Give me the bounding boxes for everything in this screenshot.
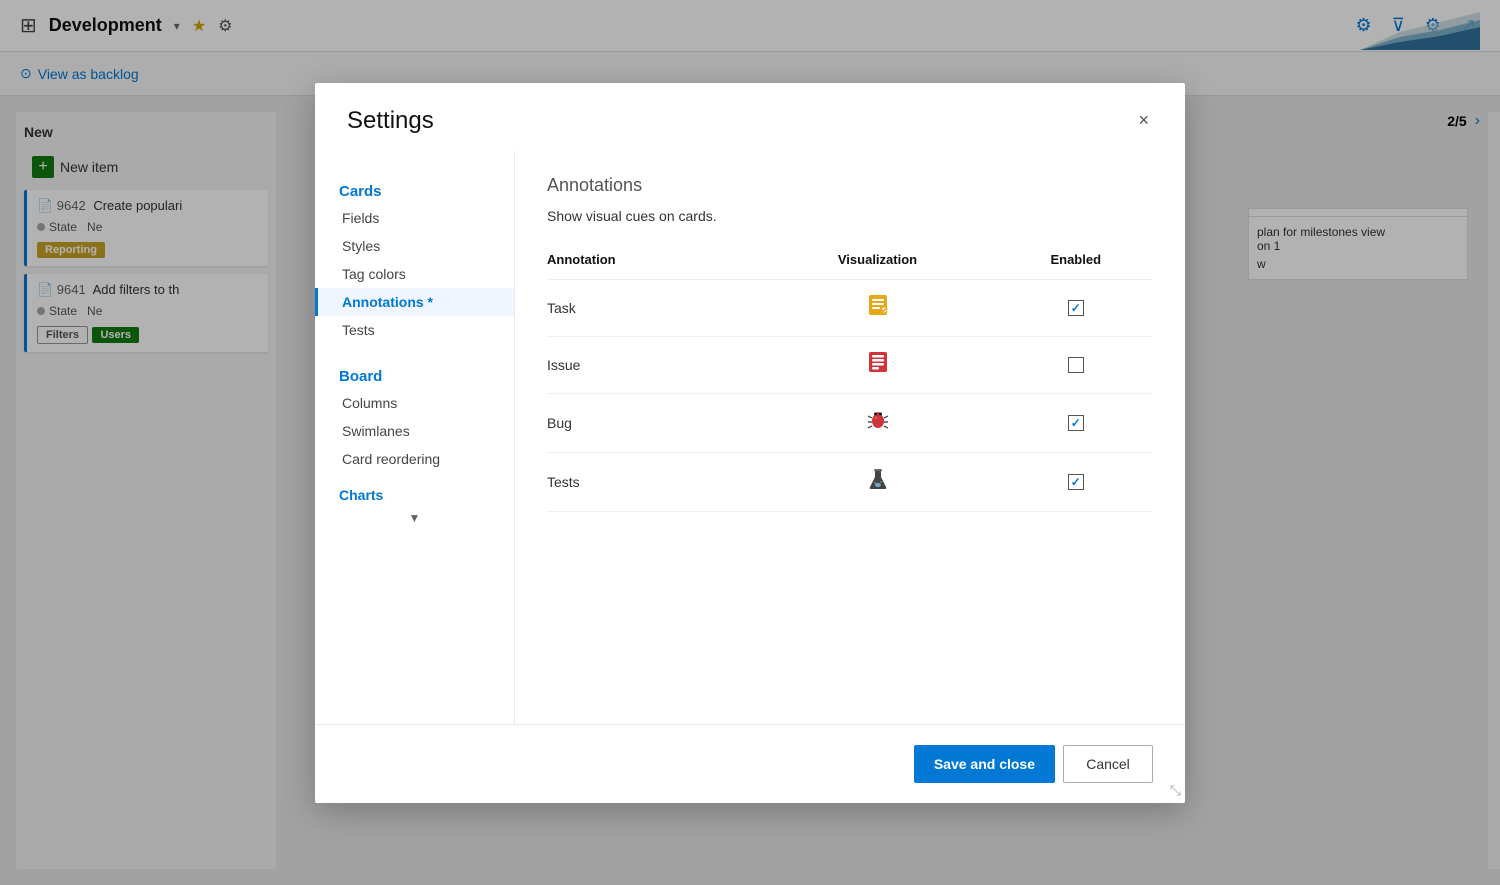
nav-item-card-reordering[interactable]: Card reordering — [315, 445, 514, 473]
col-header-annotation: Annotation — [547, 244, 757, 280]
nav-item-tag-colors[interactable]: Tag colors — [315, 260, 514, 288]
enabled-issue[interactable] — [999, 336, 1154, 393]
issue-visualization-icon — [867, 351, 889, 379]
annotation-name-tests: Tests — [547, 452, 757, 511]
nav-item-styles[interactable]: Styles — [315, 232, 514, 260]
col-header-visualization: Visualization — [757, 244, 999, 280]
resize-handle: ⤡ — [1170, 782, 1181, 799]
bug-visualization-icon — [866, 408, 890, 438]
annotation-name-task: Task — [547, 279, 757, 336]
table-row-issue: Issue — [547, 336, 1153, 393]
nav-item-swimlanes[interactable]: Swimlanes — [315, 417, 514, 445]
modal-content: Annotations Show visual cues on cards. A… — [515, 151, 1185, 724]
modal-sidebar: Cards Fields Styles Tag colors Annotatio… — [315, 151, 515, 724]
visualization-task — [757, 279, 999, 336]
save-and-close-button[interactable]: Save and close — [914, 745, 1055, 783]
nav-section-cards: Cards — [315, 175, 514, 204]
task-visualization-icon — [867, 294, 889, 322]
tests-visualization-icon — [866, 467, 890, 497]
charts-dropdown-arrow: ▼ — [315, 511, 514, 525]
visualization-tests — [757, 452, 999, 511]
checkbox-tests[interactable] — [1068, 474, 1084, 490]
enabled-task[interactable] — [999, 279, 1154, 336]
nav-item-annotations[interactable]: Annotations * — [315, 288, 514, 316]
modal-body: Cards Fields Styles Tag colors Annotatio… — [315, 151, 1185, 724]
nav-item-fields[interactable]: Fields — [315, 204, 514, 232]
modal-title: Settings — [347, 107, 434, 135]
nav-item-tests[interactable]: Tests — [315, 316, 514, 344]
table-row-task: Task — [547, 279, 1153, 336]
modal-header: Settings × — [315, 83, 1185, 151]
annotations-section-title: Annotations — [547, 175, 1153, 196]
table-row-tests: Tests — [547, 452, 1153, 511]
table-row-bug: Bug — [547, 393, 1153, 452]
checkbox-issue[interactable] — [1068, 357, 1084, 373]
cancel-button[interactable]: Cancel — [1063, 745, 1153, 783]
enabled-tests[interactable] — [999, 452, 1154, 511]
annotations-description: Show visual cues on cards. — [547, 208, 1153, 224]
col-header-enabled: Enabled — [999, 244, 1154, 280]
nav-item-charts[interactable]: Charts — [315, 481, 514, 509]
nav-item-columns[interactable]: Columns — [315, 389, 514, 417]
annotations-table: Annotation Visualization Enabled Task — [547, 244, 1153, 512]
settings-modal: Settings × Cards Fields Styles Tag color… — [315, 83, 1185, 803]
annotation-name-bug: Bug — [547, 393, 757, 452]
checkbox-task[interactable] — [1068, 300, 1084, 316]
checkbox-bug[interactable] — [1068, 415, 1084, 431]
visualization-bug — [757, 393, 999, 452]
modal-overlay: Settings × Cards Fields Styles Tag color… — [0, 0, 1500, 885]
visualization-issue — [757, 336, 999, 393]
enabled-bug[interactable] — [999, 393, 1154, 452]
modal-footer: Save and close Cancel ⤡ — [315, 724, 1185, 803]
modal-close-button[interactable]: × — [1134, 107, 1153, 133]
annotation-name-issue: Issue — [547, 336, 757, 393]
nav-section-board: Board — [315, 360, 514, 389]
